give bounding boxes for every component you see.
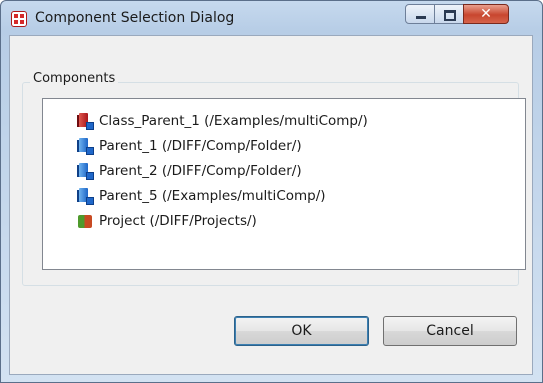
list-item-label: Class_Parent_1 (/Examples/multiComp/)	[99, 113, 368, 129]
minimize-button[interactable]	[405, 4, 435, 24]
project-icon	[77, 213, 94, 230]
list-item-label: Parent_2 (/DIFF/Comp/Folder/)	[99, 163, 302, 179]
list-item[interactable]: Parent_2 (/DIFF/Comp/Folder/)	[77, 162, 302, 180]
components-list[interactable]: Class_Parent_1 (/Examples/multiComp/) Pa…	[42, 98, 526, 270]
close-button[interactable]: ✕	[463, 4, 509, 24]
title-bar[interactable]: Component Selection Dialog ✕	[1, 1, 542, 35]
app-icon	[11, 11, 27, 27]
window-title: Component Selection Dialog	[35, 10, 235, 26]
class-component-icon	[77, 112, 94, 130]
component-icon	[77, 137, 94, 155]
list-item[interactable]: Project (/DIFF/Projects/)	[77, 212, 257, 230]
maximize-icon	[444, 10, 456, 21]
list-item[interactable]: Parent_1 (/DIFF/Comp/Folder/)	[77, 137, 302, 155]
minimize-icon	[416, 16, 426, 19]
list-item[interactable]: Parent_5 (/Examples/multiComp/)	[77, 187, 326, 205]
maximize-button[interactable]	[434, 4, 464, 24]
ok-button[interactable]: OK	[234, 316, 369, 346]
components-group-label: Components	[30, 71, 119, 86]
component-icon	[77, 162, 94, 180]
component-icon	[77, 187, 94, 205]
list-item[interactable]: Class_Parent_1 (/Examples/multiComp/)	[77, 112, 368, 130]
list-item-label: Project (/DIFF/Projects/)	[99, 213, 257, 229]
cancel-button[interactable]: Cancel	[383, 316, 517, 346]
close-icon: ✕	[480, 6, 492, 22]
list-item-label: Parent_5 (/Examples/multiComp/)	[99, 188, 326, 204]
list-item-label: Parent_1 (/DIFF/Comp/Folder/)	[99, 138, 302, 154]
